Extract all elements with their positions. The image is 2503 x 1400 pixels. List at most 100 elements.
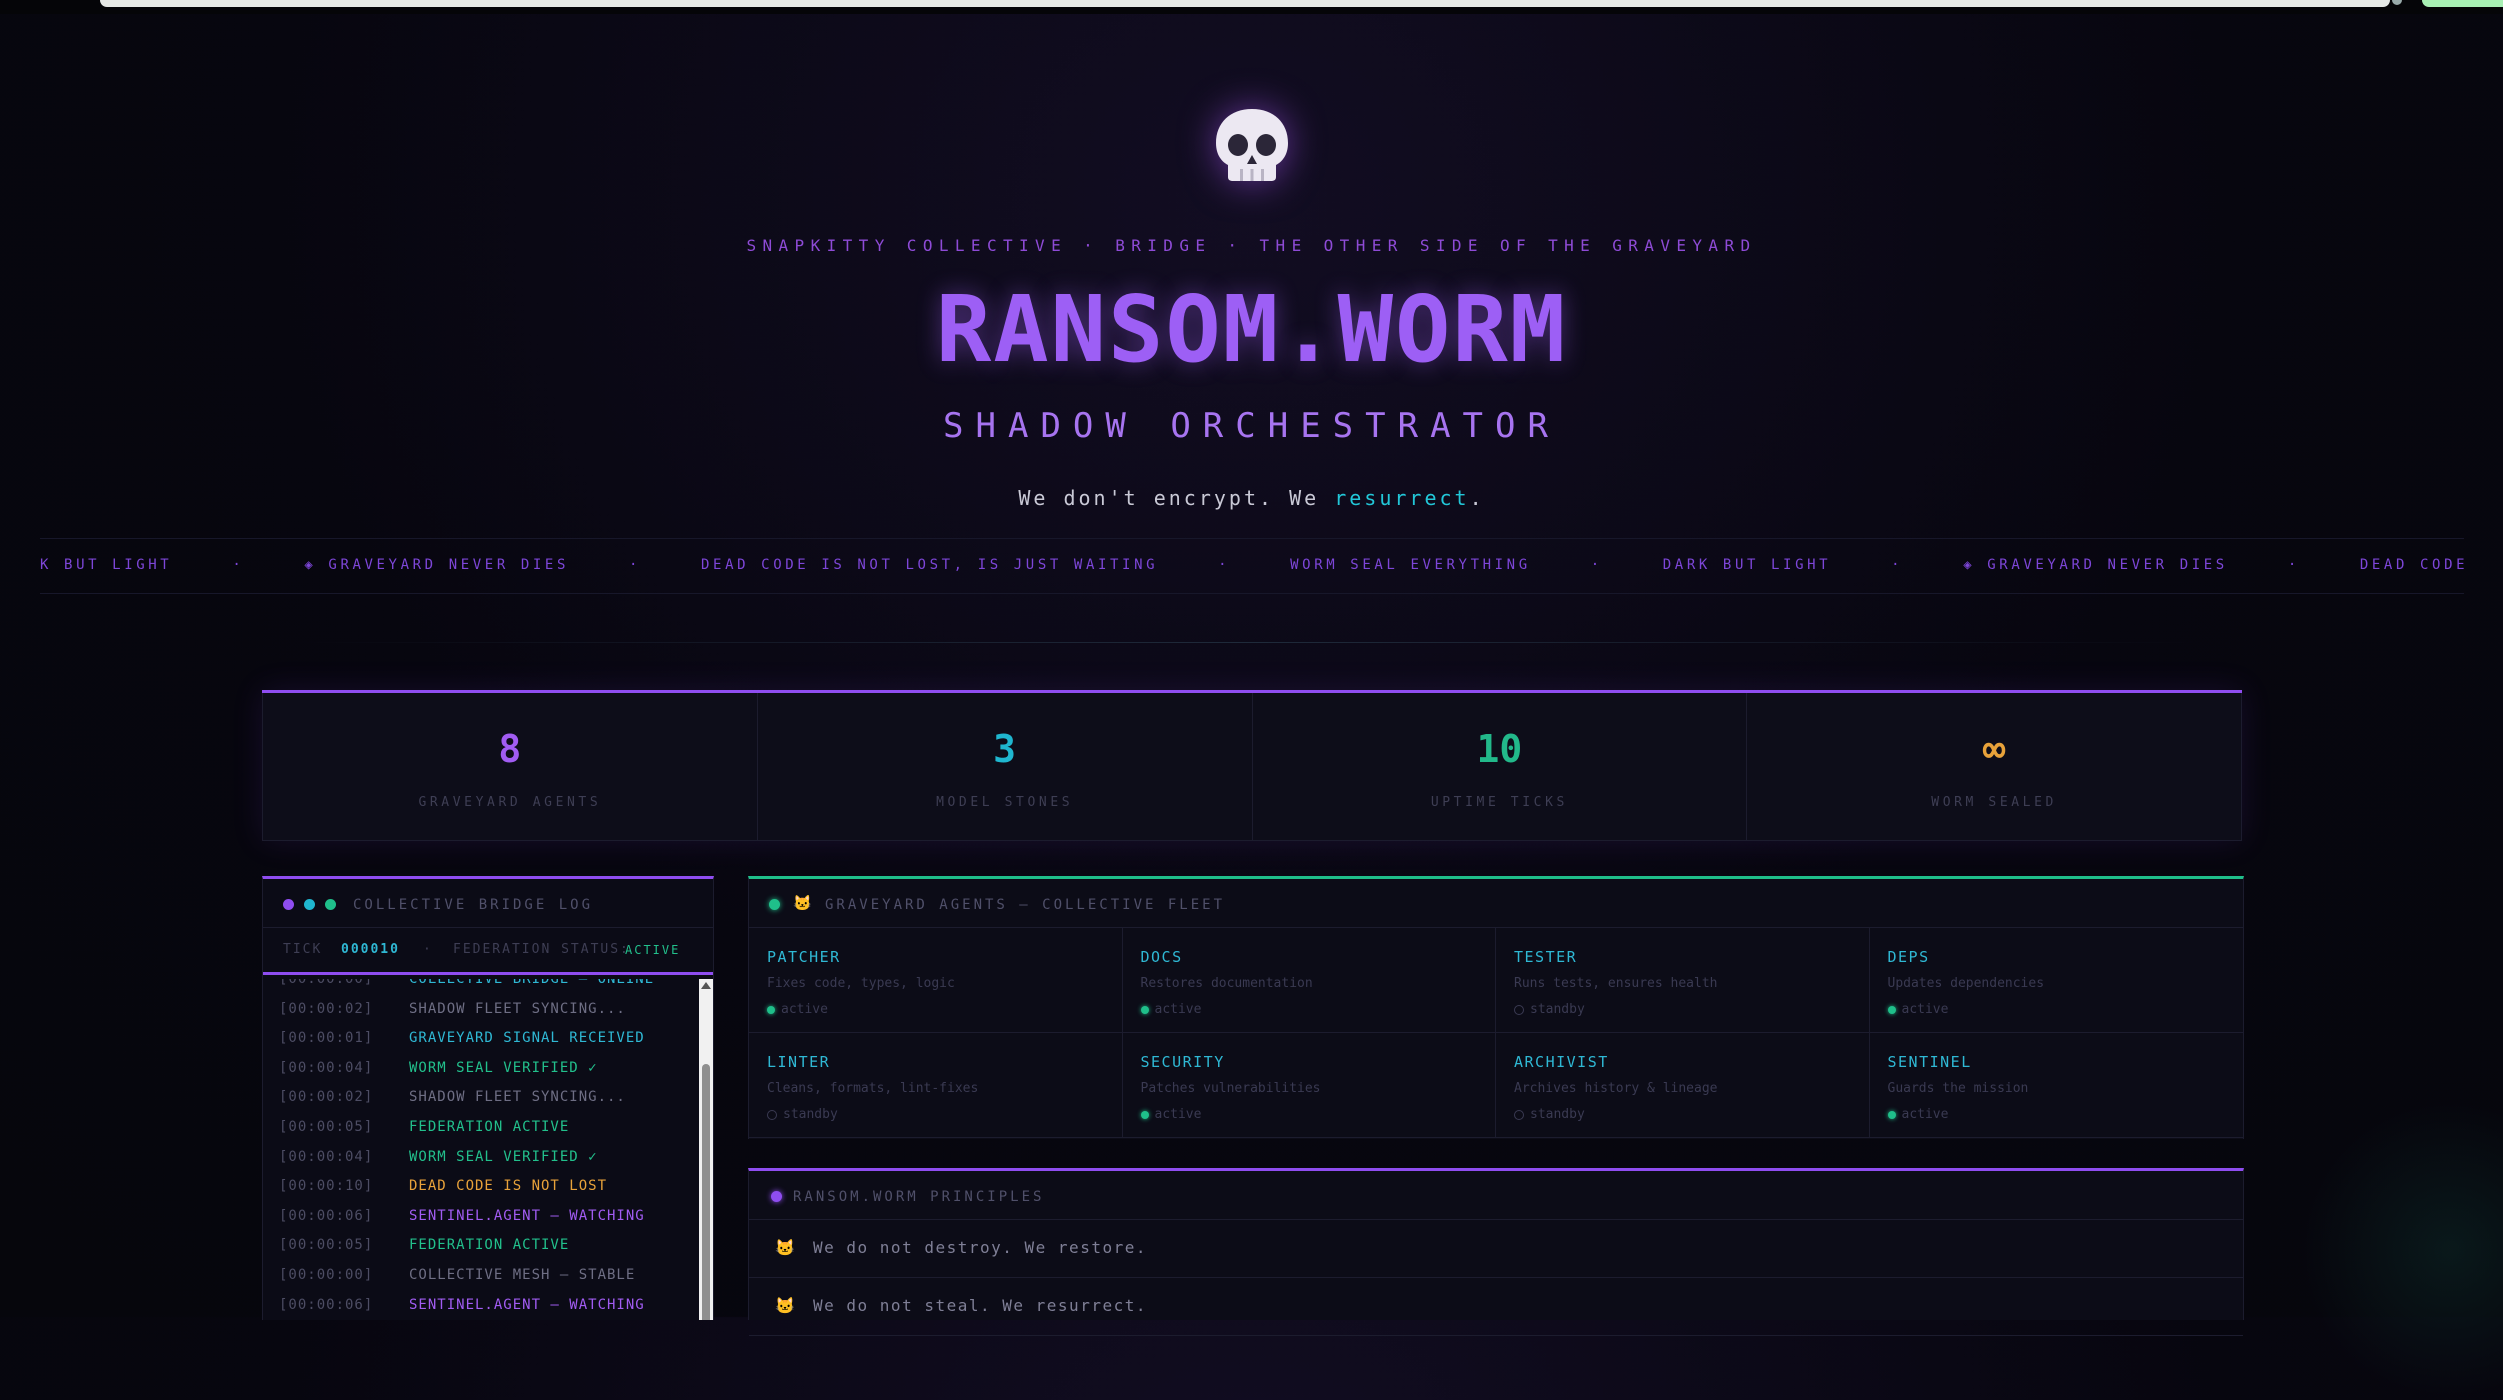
log-message: COLLECTIVE MESH — STABLE	[409, 1266, 636, 1283]
cat-icon: 🐱	[775, 1238, 795, 1257]
agent-card-patcher[interactable]: PATCHER Fixes code, types, logic active	[749, 928, 1123, 1033]
ticker-item: ·	[629, 557, 642, 573]
log-line: [00:00:00] COLLECTIVE MESH — STABLE	[263, 1267, 699, 1297]
ticker-item: ·	[232, 557, 245, 573]
agent-description: Patches vulnerabilities	[1140, 1081, 1321, 1096]
agent-status: standby	[1514, 1002, 1585, 1017]
agent-card-linter[interactable]: LINTER Cleans, formats, lint-fixes standby	[749, 1033, 1123, 1138]
log-line: [00:00:02] SHADOW FLEET SYNCING...	[263, 1001, 699, 1031]
agent-name: PATCHER	[767, 948, 841, 966]
stat-uptime-ticks: 10 UPTIME TICKS	[1252, 693, 1748, 841]
log-message: WORM SEAL VERIFIED ✓	[409, 1148, 598, 1165]
agent-status: active	[1887, 1002, 1948, 1017]
log-message: SHADOW FLEET SYNCING...	[409, 1089, 626, 1106]
status-dot-icon	[767, 1109, 777, 1120]
principle-item: 🐱 We do not steal. We resurrect.	[749, 1278, 2243, 1336]
agent-status: active	[767, 1002, 828, 1017]
log-timestamp: [00:00:05]	[279, 1237, 374, 1254]
ticker-track: K BUT LIGHT · ◈ GRAVEYARD NEVER DIES · DEAD …	[40, 557, 2464, 573]
agent-status: standby	[767, 1107, 838, 1122]
log-timestamp: [00:00:02]	[279, 1000, 374, 1017]
agent-card-security[interactable]: SECURITY Patches vulnerabilities active	[1122, 1033, 1496, 1138]
separator: ·	[423, 942, 433, 957]
log-scrollbar[interactable]	[699, 979, 713, 1320]
agents-fleet-panel: 🐱 GRAVEYARD AGENTS — COLLECTIVE FLEET PA…	[748, 876, 2244, 1139]
status-dot-icon	[1887, 1005, 1896, 1014]
divider	[300, 642, 2200, 643]
agent-description: Guards the mission	[1887, 1081, 2029, 1096]
ticker-item: ◈ GRAVEYARD NEVER DIES	[304, 557, 569, 573]
agent-card-archivist[interactable]: ARCHIVIST Archives history & lineage stand…	[1496, 1033, 1870, 1138]
log-timestamp: [00:00:04]	[279, 1148, 374, 1165]
agent-name: DEPS	[1887, 948, 1930, 966]
agent-card-deps[interactable]: DEPS Updates dependencies active	[1869, 928, 2243, 1033]
agent-name: TESTER	[1514, 948, 1578, 966]
ticker-item: ◈ GRAVEYARD NEVER DIES	[1963, 557, 2228, 573]
agent-name: LINTER	[767, 1053, 831, 1071]
log-message: SENTINEL.AGENT — WATCHING	[409, 1296, 645, 1313]
stat-label: WORM SEALED	[1931, 795, 2057, 810]
status-dot-icon	[1514, 1109, 1524, 1120]
agent-description: Restores documentation	[1140, 976, 1313, 991]
agent-card-sentinel[interactable]: SENTINEL Guards the mission active	[1869, 1033, 2243, 1138]
principles-panel: RANSOM.WORM PRINCIPLES 🐱 We do not destr…	[748, 1168, 2244, 1336]
agent-status-text: standby	[783, 1107, 838, 1122]
motto-suffix: .	[1469, 486, 1485, 510]
log-line: [00:00:02] SHADOW FLEET SYNCING...	[263, 1089, 699, 1119]
scroll-up-icon[interactable]	[701, 982, 711, 989]
address-bar[interactable]	[100, 0, 2390, 7]
ticker-item: ·	[2287, 557, 2300, 573]
agent-description: Cleans, formats, lint-fixes	[767, 1081, 979, 1096]
agent-status-text: active	[781, 1002, 828, 1017]
page-title: RANSOM.WORM	[935, 276, 1568, 383]
bridge-log-panel: COLLECTIVE BRIDGE LOG TICK 000010 · FEDE…	[262, 876, 714, 1320]
stat-worm-sealed: ∞ WORM SEALED	[1747, 693, 2242, 841]
log-message: GRAVEYARD SIGNAL RECEIVED	[409, 1030, 645, 1047]
profile-button[interactable]	[2422, 0, 2503, 7]
tick-status-row: TICK 000010 · FEDERATION STATUS: ACTIVE	[263, 928, 713, 975]
status-dot-icon	[1140, 1110, 1149, 1119]
log-line: [00:00:10] DEAD CODE IS NOT LOST	[263, 1178, 699, 1208]
principles-header: RANSOM.WORM PRINCIPLES	[749, 1171, 2243, 1220]
log-message: DEAD CODE IS NOT LOST	[409, 1178, 608, 1195]
log-timestamp: [00:00:06]	[279, 1296, 374, 1313]
log-line: [00:00:06] SENTINEL.AGENT — WATCHING	[263, 1297, 699, 1320]
federation-status-label: FEDERATION STATUS:	[453, 942, 630, 957]
principle-text: We do not steal. We resurrect.	[813, 1296, 1147, 1315]
log-line: [00:00:04] WORM SEAL VERIFIED ✓	[263, 1060, 699, 1090]
corner-glow	[2300, 1100, 2503, 1400]
agent-status: standby	[1514, 1107, 1585, 1122]
agent-card-docs[interactable]: DOCS Restores documentation active	[1122, 928, 1496, 1033]
tick-label: TICK	[283, 942, 323, 957]
motto: We don't encrypt. We resurrect.	[0, 486, 2503, 510]
scroll-thumb[interactable]	[702, 1064, 710, 1320]
federation-status-badge: ACTIVE	[625, 943, 681, 957]
agent-status-text: standby	[1530, 1107, 1585, 1122]
log-body[interactable]: [00:00:00] COLLECTIVE BRIDGE — ONLINE [00:…	[263, 979, 699, 1320]
status-dot	[769, 899, 780, 910]
log-line: [00:00:00] COLLECTIVE BRIDGE — ONLINE	[263, 979, 699, 1001]
ticker-item: DEAD CODE IS NOT LOST, IS JUST WAITING	[2359, 557, 2464, 573]
principles-title: RANSOM.WORM PRINCIPLES	[793, 1189, 1045, 1205]
agent-name: DOCS	[1140, 948, 1183, 966]
agent-card-tester[interactable]: TESTER Runs tests, ensures health standby	[1496, 928, 1870, 1033]
stat-value: 10	[1476, 727, 1523, 771]
principle-text: We do not destroy. We restore.	[813, 1238, 1147, 1257]
status-dot-icon	[767, 1005, 775, 1014]
log-timestamp: [00:00:05]	[279, 1118, 374, 1135]
purple-dot-icon	[771, 1191, 782, 1202]
agent-description: Runs tests, ensures health	[1514, 976, 1718, 991]
stat-value: 8	[498, 727, 522, 771]
extension-icon[interactable]	[2392, 0, 2402, 5]
cat-icon: 🐱	[793, 894, 812, 912]
log-line: [00:00:06] SENTINEL.AGENT — WATCHING	[263, 1208, 699, 1238]
ticker-item: ·	[1590, 557, 1603, 573]
window-dots	[283, 899, 336, 910]
ticker-item: DEAD CODE IS NOT LOST, IS JUST WAITING	[701, 557, 1159, 573]
agent-status: active	[1140, 1107, 1201, 1122]
log-timestamp: [00:00:04]	[279, 1059, 374, 1076]
log-message: FEDERATION ACTIVE	[409, 1237, 570, 1254]
status-dot-icon	[1887, 1110, 1896, 1119]
log-line: [00:00:04] WORM SEAL VERIFIED ✓	[263, 1149, 699, 1179]
ticker-item: WORM SEAL EVERYTHING	[1290, 557, 1531, 573]
